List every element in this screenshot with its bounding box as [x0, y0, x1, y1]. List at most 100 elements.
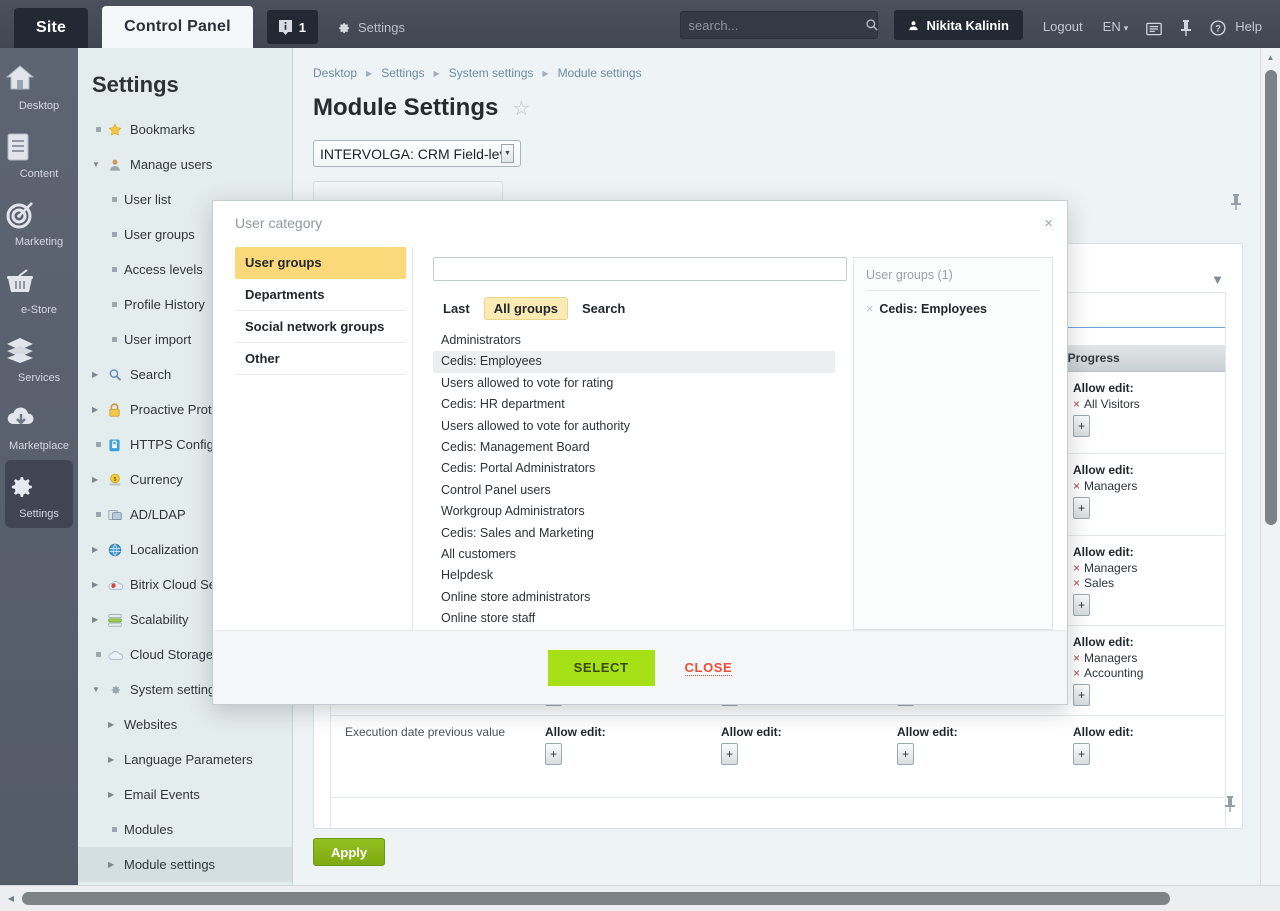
rail-item-settings[interactable]: Settings: [5, 460, 73, 528]
caret-right-icon[interactable]: ▶: [92, 615, 108, 624]
category-social-network-groups[interactable]: Social network groups: [235, 311, 406, 343]
add-group-button[interactable]: +: [1073, 684, 1090, 706]
selected-group-item[interactable]: × Cedis: Employees: [866, 302, 1040, 316]
add-group-button[interactable]: +: [1073, 594, 1090, 616]
group-list[interactable]: Administrators Cedis: Employees Users allo…: [433, 330, 843, 630]
remove-icon[interactable]: ×: [1073, 479, 1080, 493]
rail-item-marketplace[interactable]: Marketplace: [5, 392, 73, 460]
group-list-item[interactable]: Workgroup Administrators: [433, 501, 843, 522]
star-outline-icon[interactable]: ☆: [512, 96, 530, 121]
search-icon[interactable]: [865, 18, 879, 32]
apply-button[interactable]: Apply: [313, 838, 386, 866]
group-list-item[interactable]: Users allowed to vote for authority: [433, 416, 843, 437]
rail-item-marketing[interactable]: Marketing: [5, 188, 73, 256]
remove-icon[interactable]: ×: [1073, 397, 1080, 411]
group-list-item[interactable]: Control Panel users: [433, 480, 843, 501]
caret-right-icon[interactable]: ▶: [108, 720, 124, 729]
tree-item-websites[interactable]: ▶ Websites: [78, 707, 292, 742]
select-button[interactable]: SELECT: [547, 649, 655, 686]
pin-icon[interactable]: [1180, 20, 1192, 36]
caret-down-icon[interactable]: ▼: [92, 685, 108, 694]
caret-right-icon[interactable]: ▶: [108, 860, 124, 869]
permission-chip[interactable]: × All Visitors: [1073, 397, 1249, 411]
add-group-button[interactable]: +: [721, 743, 738, 765]
chevron-down-icon[interactable]: ▼: [501, 144, 514, 163]
caret-right-icon[interactable]: ▶: [92, 545, 108, 554]
group-list-item[interactable]: Users allowed to vote for rating: [433, 373, 843, 394]
remove-icon[interactable]: ×: [1073, 561, 1080, 575]
tab-site[interactable]: Site: [14, 8, 89, 48]
group-list-item[interactable]: Administrators: [433, 330, 843, 351]
remove-icon[interactable]: ×: [1073, 576, 1080, 590]
rail-item-services[interactable]: Services: [5, 324, 73, 392]
group-list-item[interactable]: Online store administrators: [433, 587, 843, 608]
remove-icon[interactable]: ×: [1073, 666, 1080, 680]
breadcrumb-item-desktop[interactable]: Desktop: [313, 66, 357, 80]
vertical-scrollbar[interactable]: ▲: [1260, 48, 1280, 885]
tab-last[interactable]: Last: [433, 297, 480, 320]
triangle-down-icon[interactable]: ▼: [1211, 272, 1224, 287]
close-button[interactable]: CLOSE: [684, 660, 733, 676]
remove-icon[interactable]: ×: [1073, 651, 1080, 665]
category-departments[interactable]: Departments: [235, 279, 406, 311]
tree-item-language-parameters[interactable]: ▶ Language Parameters: [78, 742, 292, 777]
caret-right-icon[interactable]: ▶: [92, 475, 108, 484]
question-circle-icon[interactable]: ?: [1210, 20, 1226, 36]
scroll-up-button[interactable]: ▲: [1261, 48, 1280, 66]
group-list-item[interactable]: Online store staff: [433, 608, 843, 629]
group-list-item[interactable]: Cedis: Portal Administrators: [433, 458, 843, 479]
caret-down-icon[interactable]: ▼: [92, 160, 108, 169]
add-group-button[interactable]: +: [545, 743, 562, 765]
scroll-left-button[interactable]: ◀: [0, 894, 22, 903]
group-list-item[interactable]: Cedis: HR department: [433, 394, 843, 415]
panel-icon[interactable]: [1146, 22, 1163, 36]
rail-item-desktop[interactable]: Desktop: [5, 48, 73, 120]
add-group-button[interactable]: +: [1073, 415, 1090, 437]
caret-right-icon[interactable]: ▶: [92, 580, 108, 589]
breadcrumb-item-settings[interactable]: Settings: [381, 66, 424, 80]
tree-item-manage-users[interactable]: ▼ Manage users: [78, 147, 292, 182]
module-select[interactable]: INTERVOLGA: CRM Field-level ▼: [313, 140, 521, 167]
help-link[interactable]: Help: [1235, 19, 1262, 34]
group-list-item[interactable]: Cedis: Management Board: [433, 437, 843, 458]
add-group-button[interactable]: +: [897, 743, 914, 765]
vertical-scroll-thumb[interactable]: [1265, 70, 1277, 525]
group-list-item[interactable]: Cedis: Sales and Marketing: [433, 523, 843, 544]
horizontal-scrollbar[interactable]: ◀: [0, 885, 1280, 911]
tree-item-email-events[interactable]: ▶ Email Events: [78, 777, 292, 812]
caret-right-icon[interactable]: ▶: [92, 405, 108, 414]
user-menu-button[interactable]: Nikita Kalinin: [893, 10, 1023, 40]
add-group-button[interactable]: +: [1073, 743, 1090, 765]
caret-right-icon[interactable]: ▶: [92, 370, 108, 379]
close-icon[interactable]: ×: [1044, 215, 1053, 232]
language-switcher[interactable]: EN ▾: [1103, 19, 1129, 34]
tree-item-bookmarks[interactable]: Bookmarks: [78, 112, 292, 147]
breadcrumb-item-system-settings[interactable]: System settings: [449, 66, 534, 80]
tab-all-groups[interactable]: All groups: [483, 297, 569, 320]
topbar-settings-link[interactable]: Settings: [336, 20, 405, 35]
tree-item-modules[interactable]: Modules: [78, 812, 292, 847]
group-list-item[interactable]: All customers: [433, 544, 843, 565]
tab-control-panel[interactable]: Control Panel: [102, 6, 253, 48]
horizontal-scroll-thumb[interactable]: [22, 892, 1170, 905]
category-other[interactable]: Other: [235, 343, 406, 375]
rail-item-estore[interactable]: e-Store: [5, 256, 73, 324]
caret-right-icon[interactable]: ▶: [108, 790, 124, 799]
rail-item-content[interactable]: Content: [5, 120, 73, 188]
group-filter-input[interactable]: [433, 257, 847, 281]
tab-search[interactable]: Search: [572, 297, 635, 320]
permission-chip[interactable]: × Managers: [1073, 479, 1249, 493]
remove-icon[interactable]: ×: [866, 302, 873, 316]
pin-icon[interactable]: [1230, 194, 1242, 210]
breadcrumb-item-module-settings[interactable]: Module settings: [558, 66, 642, 80]
permission-chip[interactable]: × Sales: [1073, 576, 1249, 590]
global-search[interactable]: [679, 11, 879, 39]
group-list-item[interactable]: Cedis: Employees: [433, 351, 835, 373]
pin-icon[interactable]: [1224, 796, 1236, 812]
permission-chip[interactable]: × Managers: [1073, 651, 1249, 665]
add-group-button[interactable]: +: [1073, 497, 1090, 519]
category-user-groups[interactable]: User groups: [235, 247, 406, 279]
search-input[interactable]: [688, 17, 865, 33]
notifications-button[interactable]: 1: [266, 10, 318, 44]
permission-chip[interactable]: × Accounting: [1073, 666, 1249, 680]
